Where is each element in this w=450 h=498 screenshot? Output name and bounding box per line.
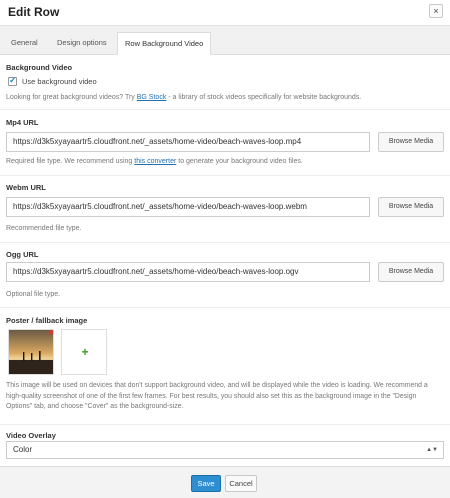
cancel-button[interactable]: Cancel	[225, 475, 257, 492]
mp4-url-input[interactable]: https://d3k5xyayaartr5.cloudfront.net/_a…	[6, 132, 370, 152]
close-button[interactable]: ×	[429, 4, 443, 18]
bg-help-suffix: - a library of stock videos specifically…	[166, 94, 362, 101]
bg-stock-link[interactable]: BG Stock	[137, 94, 167, 101]
edit-row-dialog: Edit Row × General Design options Row Ba…	[0, 0, 450, 498]
mp4-help-prefix: Required file type. We recommend using	[6, 158, 135, 165]
tab-general[interactable]: General	[4, 32, 45, 55]
tab-design-options[interactable]: Design options	[50, 32, 114, 55]
poster-label: Poster / fallback image	[6, 316, 88, 325]
converter-link[interactable]: this converter	[134, 158, 176, 165]
mp4-help-suffix: to generate your background video files.	[176, 158, 303, 165]
close-icon: ×	[433, 6, 439, 16]
ogg-browse-media-button[interactable]: Browse Media	[378, 262, 444, 282]
use-background-video-label: Use background video	[22, 77, 97, 86]
bg-help-prefix: Looking for great background videos? Try	[6, 94, 137, 101]
mp4-help: Required file type. We recommend using t…	[6, 158, 303, 165]
add-image-button[interactable]: +	[61, 329, 107, 375]
video-overlay-select[interactable]: Color ▲▼	[6, 441, 444, 459]
background-video-help: Looking for great background videos? Try…	[6, 94, 361, 101]
background-video-label: Background Video	[6, 63, 73, 72]
webm-browse-media-button[interactable]: Browse Media	[378, 197, 444, 217]
divider	[0, 242, 450, 243]
tab-bar: General Design options Row Background Vi…	[0, 26, 450, 55]
poster-help: This image will be used on devices that …	[6, 382, 428, 410]
webm-help: Recommended file type.	[6, 225, 82, 232]
save-button[interactable]: Save	[191, 475, 221, 492]
ogg-url-input[interactable]: https://d3k5xyayaartr5.cloudfront.net/_a…	[6, 262, 370, 282]
use-background-video-checkbox[interactable]	[8, 75, 17, 86]
webm-url-input[interactable]: https://d3k5xyayaartr5.cloudfront.net/_a…	[6, 197, 370, 217]
divider	[0, 109, 450, 110]
mp4-browse-media-button[interactable]: Browse Media	[378, 132, 444, 152]
video-overlay-label: Video Overlay	[6, 431, 56, 440]
tab-row-background-video[interactable]: Row Background Video	[117, 32, 212, 55]
divider	[0, 424, 450, 425]
dialog-title: Edit Row	[8, 5, 60, 19]
divider	[0, 175, 450, 176]
webm-url-label: Webm URL	[6, 183, 46, 192]
remove-x-icon[interactable]: ✖	[48, 330, 55, 337]
video-overlay-selected: Color	[13, 445, 33, 454]
dialog-footer: Save Cancel	[0, 466, 450, 498]
divider	[0, 307, 450, 308]
ogg-help: Optional file type.	[6, 291, 61, 298]
plus-icon: +	[81, 345, 89, 359]
mp4-url-label: Mp4 URL	[6, 118, 39, 127]
chevron-up-down-icon: ▲▼	[426, 447, 438, 453]
dialog-header: Edit Row ×	[0, 0, 450, 26]
ogg-url-label: Ogg URL	[6, 250, 39, 259]
